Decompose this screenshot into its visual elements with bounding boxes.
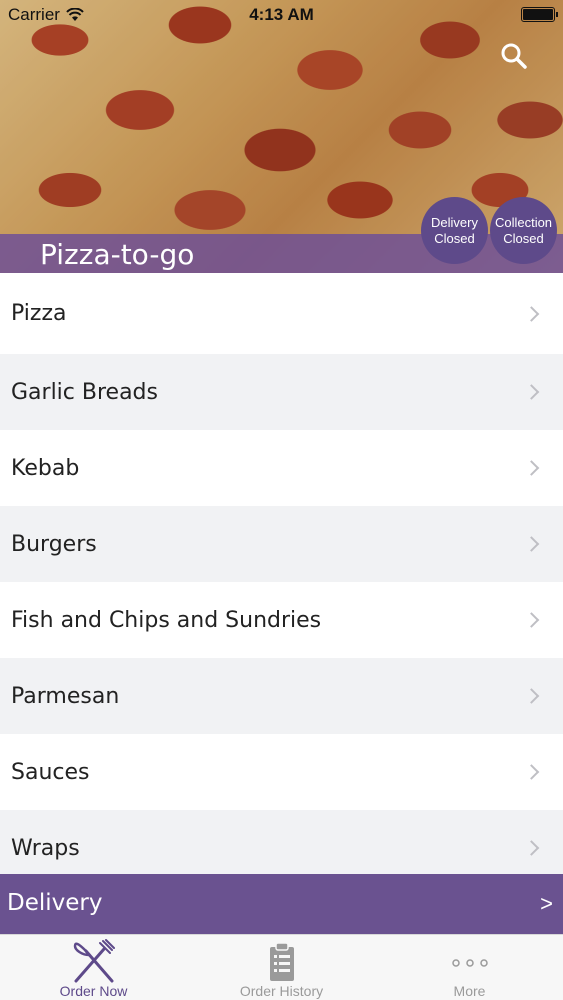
tab-order-history[interactable]: Order History (188, 935, 375, 1000)
menu-item-label: Garlic Breads (11, 379, 158, 405)
menu-item-kebab[interactable]: Kebab (0, 430, 563, 506)
tab-label: More (453, 983, 486, 999)
menu-item-burgers[interactable]: Burgers (0, 506, 563, 582)
menu-item-garlic-breads[interactable]: Garlic Breads (0, 354, 563, 430)
battery-icon (521, 7, 558, 22)
more-dots-icon (451, 959, 488, 967)
chevron-right-icon (523, 840, 540, 856)
menu-item-parmesan[interactable]: Parmesan (0, 658, 563, 734)
search-button[interactable] (500, 42, 528, 70)
chevron-right-icon (523, 612, 540, 628)
status-bar: Carrier 4:13 AM (0, 0, 563, 30)
search-icon (501, 43, 527, 69)
menu-item-pizza[interactable]: Pizza (0, 273, 563, 354)
delivery-mode-bar[interactable]: Delivery > (0, 874, 563, 934)
tab-label: Order Now (59, 983, 128, 999)
clipboard-icon (269, 942, 294, 981)
tab-more[interactable]: More (376, 935, 563, 1000)
menu-item-label: Parmesan (11, 683, 120, 709)
menu-category-list: Pizza Garlic Breads Kebab Burgers Fish a… (0, 273, 563, 874)
delivery-arrow-icon: > (540, 891, 553, 916)
chevron-right-icon (523, 384, 540, 400)
tab-label: Order History (239, 983, 324, 999)
store-name: Pizza-to-go (40, 238, 195, 271)
collection-status-badge: Collection Closed (490, 197, 557, 264)
tab-order-now[interactable]: Order Now (0, 935, 187, 1000)
menu-item-sauces[interactable]: Sauces (0, 734, 563, 810)
chevron-right-icon (523, 764, 540, 780)
menu-item-wraps[interactable]: Wraps (0, 810, 563, 874)
chevron-right-icon (523, 460, 540, 476)
chevron-right-icon (523, 688, 540, 704)
menu-item-label: Wraps (11, 835, 80, 861)
menu-item-label: Sauces (11, 759, 90, 785)
chevron-right-icon (523, 305, 540, 322)
menu-item-fish-and-chips[interactable]: Fish and Chips and Sundries (0, 582, 563, 658)
delivery-status-badge: Delivery Closed (421, 197, 488, 264)
tab-bar: Order Now Order History More (0, 934, 563, 1000)
fork-knife-icon (73, 939, 115, 983)
menu-item-label: Kebab (11, 455, 80, 481)
chevron-right-icon (523, 536, 540, 552)
delivery-label: Delivery (7, 890, 103, 916)
status-time: 4:13 AM (249, 5, 314, 24)
menu-item-label: Fish and Chips and Sundries (11, 607, 322, 633)
menu-item-label: Pizza (11, 301, 67, 326)
menu-item-label: Burgers (11, 531, 97, 557)
